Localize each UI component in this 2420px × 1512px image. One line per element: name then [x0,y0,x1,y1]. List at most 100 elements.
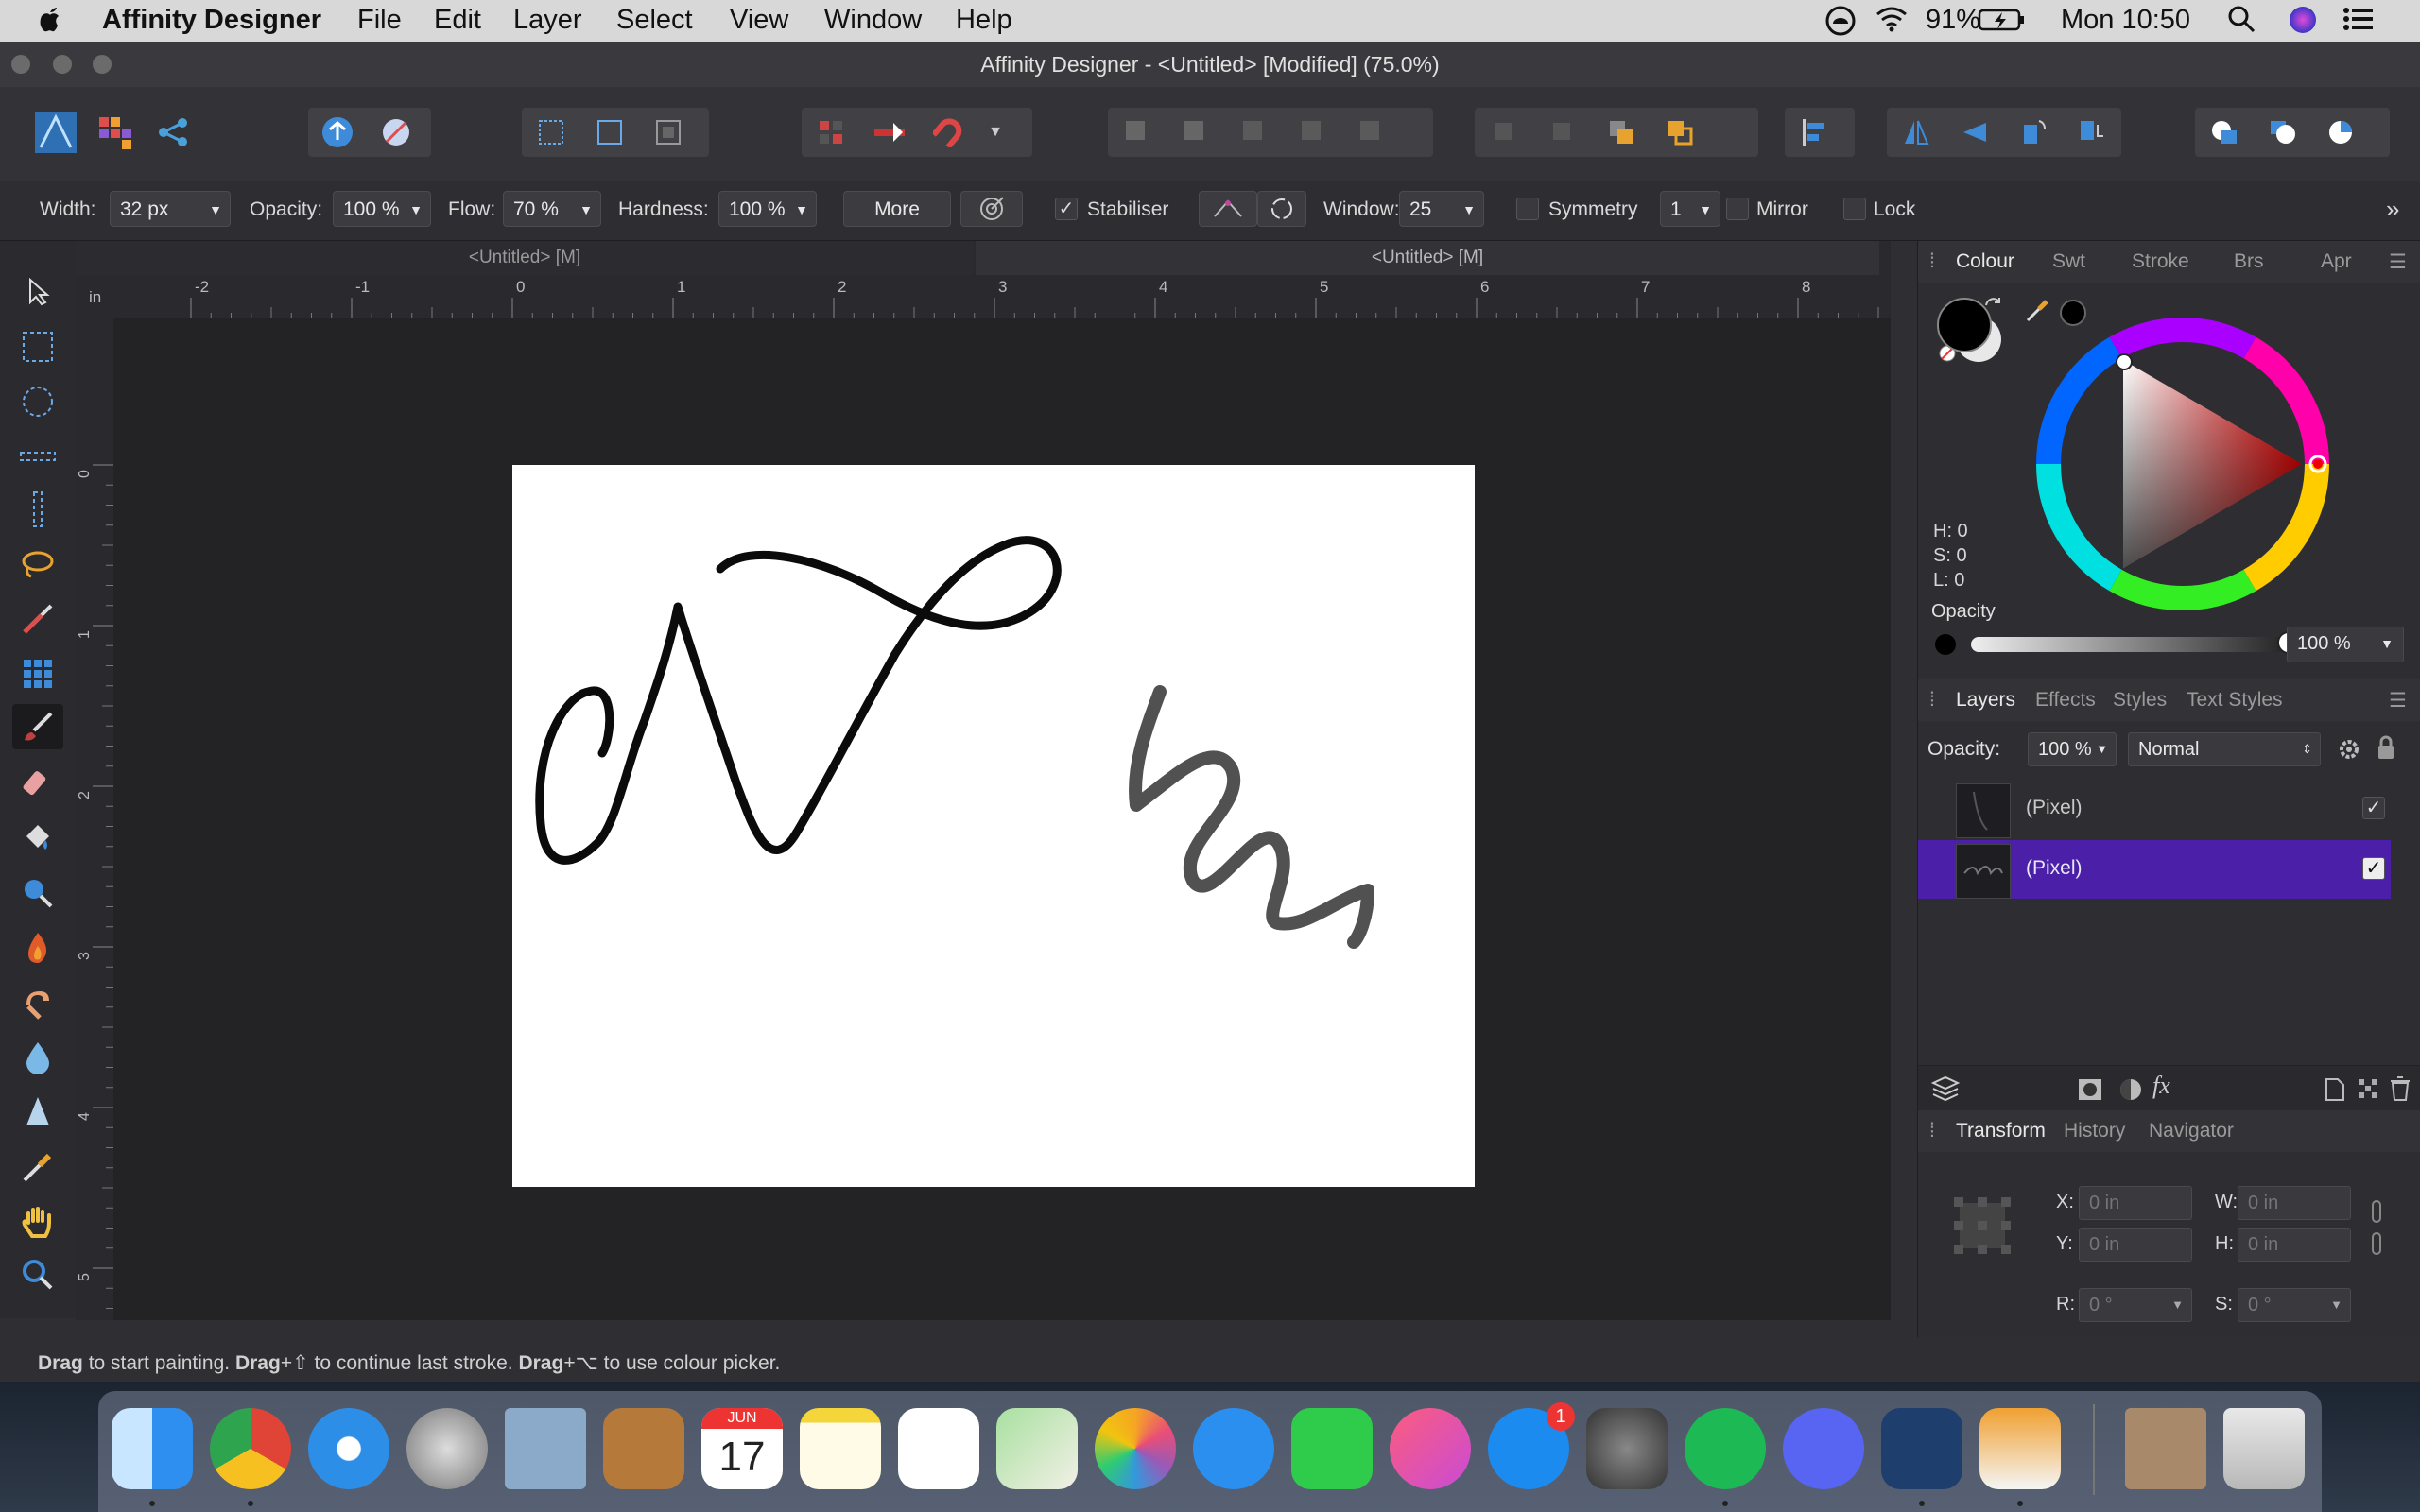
menu-help[interactable]: Help [956,5,1012,36]
tab-effects[interactable]: Effects [2035,689,2096,712]
panel-menu-icon[interactable]: ☰ [2389,689,2407,713]
paint-brush-tool-icon[interactable] [12,704,63,749]
colour-opacity-field[interactable]: 100 % ▼ [2287,627,2404,662]
tab-brushes[interactable]: Brs [2234,250,2264,273]
symmetry-count-dropdown[interactable]: 1 ▼ [1660,191,1720,227]
remove-layer-icon[interactable] [1167,108,1225,157]
clock[interactable]: Mon 10:50 [2061,5,2190,36]
rope-mode-button[interactable] [1199,191,1257,227]
arrange-backward-icon[interactable] [1533,108,1592,157]
layer-name[interactable]: (Pixel) [2026,797,2083,819]
adjustment-layer-icon[interactable] [2118,1077,2143,1102]
row-marquee-icon[interactable] [15,434,60,479]
share-upload-button[interactable] [308,108,367,157]
layer-visibility-checkbox[interactable]: ✓ [2362,797,2385,819]
siri-icon[interactable] [2288,5,2318,43]
burn-brush-icon[interactable] [15,925,60,971]
doc-tab-2[interactable]: <Untitled> [M] [976,241,1879,275]
freehand-selection-icon[interactable] [15,541,60,587]
pages-icon[interactable] [1979,1408,2061,1489]
anchor-point-selector[interactable] [1952,1195,2013,1256]
flood-select-icon[interactable] [15,651,60,696]
snapping-grid-icon[interactable] [802,108,860,157]
tab-transform[interactable]: Transform [1956,1120,2046,1143]
layer-xor-icon[interactable] [1284,108,1342,157]
minimize-window-button[interactable] [53,55,72,74]
width-dropdown[interactable]: 32 px ▼ [110,191,231,227]
affinity-designer-icon[interactable] [1881,1408,1962,1489]
geometry-intersect-icon[interactable] [2312,108,2371,157]
magnify-tool-icon[interactable] [15,870,60,916]
spotify-icon[interactable] [1685,1408,1766,1489]
geometry-subtract-icon[interactable] [2254,108,2312,157]
force-pixel-alignment-icon[interactable] [860,108,919,157]
lock-checkbox[interactable] [1843,198,1866,220]
assistant-button[interactable] [367,108,425,157]
calendar-icon[interactable]: JUN 17 [701,1408,783,1489]
pixel-persona-button[interactable] [85,108,144,157]
tab-swatches[interactable]: Swt [2052,250,2085,273]
reminders-icon[interactable] [898,1408,979,1489]
spotlight-search-icon[interactable] [2227,5,2256,41]
flow-dropdown[interactable]: 70 % ▼ [503,191,601,227]
link-icon[interactable] [2370,1199,2383,1260]
apple-menu-icon[interactable] [38,5,62,41]
panel-grip-icon[interactable]: ⁞ [1929,250,1935,273]
layer-row-selected[interactable]: (Pixel) ✓ [1918,840,2391,899]
tab-stroke[interactable]: Stroke [2132,250,2189,273]
mail-stamp-icon[interactable] [505,1408,586,1489]
wifi-icon[interactable] [1874,5,1910,41]
menu-window[interactable]: Window [824,5,922,36]
trash-icon[interactable] [2389,1075,2411,1102]
symmetry-checkbox[interactable] [1516,198,1539,220]
insert-layer-icon[interactable] [1108,108,1167,157]
notification-center-icon[interactable] [2342,5,2375,41]
colour-picker-icon[interactable] [15,1144,60,1190]
layer-intersect-icon[interactable] [1225,108,1284,157]
more-button[interactable]: More [843,191,951,227]
sharpen-brush-icon[interactable] [15,1090,60,1135]
arrange-forward-icon[interactable] [1592,108,1651,157]
erase-brush-icon[interactable] [15,761,60,806]
layer-visibility-checkbox[interactable]: ✓ [2362,857,2385,880]
vertical-ruler[interactable]: 0 1 2 3 4 5 [76,318,114,1320]
toolbar-overflow-icon[interactable]: » [2386,195,2399,224]
panel-grip-icon[interactable]: ⁞ [1929,689,1935,712]
downloads-stack-icon[interactable] [2125,1408,2206,1489]
blend-mode-select[interactable]: Normal ⇕ [2128,732,2321,766]
align-icon[interactable] [1785,108,1843,157]
facetime-icon[interactable] [1291,1408,1373,1489]
designer-persona-button[interactable] [26,108,85,157]
menu-layer[interactable]: Layer [513,5,582,36]
tab-layers[interactable]: Layers [1956,689,2015,712]
menu-select[interactable]: Select [616,5,693,36]
tab-colour[interactable]: Colour [1956,250,2014,273]
gear-icon[interactable] [2336,736,2362,763]
finder-icon[interactable] [112,1408,193,1489]
elliptical-marquee-icon[interactable] [15,379,60,424]
mask-layer-icon[interactable] [2077,1077,2103,1102]
selection-brush-icon[interactable] [15,596,60,642]
horizontal-ruler[interactable]: in -2 -1 0 1 2 3 4 5 6 7 8 [76,275,1891,319]
panel-grip-icon[interactable]: ⁞ [1929,1120,1935,1143]
arrange-back-icon[interactable] [1475,108,1533,157]
layer-divide-icon[interactable] [1342,108,1401,157]
snapping-options-dropdown[interactable]: ▼ [977,108,1013,157]
system-preferences-icon[interactable] [1586,1408,1668,1489]
pressure-button[interactable] [960,191,1023,227]
move-tool-icon[interactable] [15,269,60,315]
y-field[interactable] [2079,1228,2192,1262]
smudge-brush-icon[interactable] [15,980,60,1025]
stabiliser-checkbox[interactable]: ✓ [1055,198,1078,220]
menu-edit[interactable]: Edit [434,5,481,36]
launchpad-icon[interactable] [406,1408,488,1489]
add-pixel-layer-icon[interactable] [2325,1077,2345,1102]
select-all-icon[interactable] [522,108,580,157]
notes-icon[interactable] [800,1408,881,1489]
menu-file[interactable]: File [357,5,402,36]
contacts-icon[interactable] [603,1408,684,1489]
panel-menu-icon[interactable]: ☰ [2389,250,2407,274]
tab-text-styles[interactable]: Text Styles [2187,689,2283,712]
maps-icon[interactable] [996,1408,1078,1489]
battery-icon[interactable] [1978,5,2027,41]
